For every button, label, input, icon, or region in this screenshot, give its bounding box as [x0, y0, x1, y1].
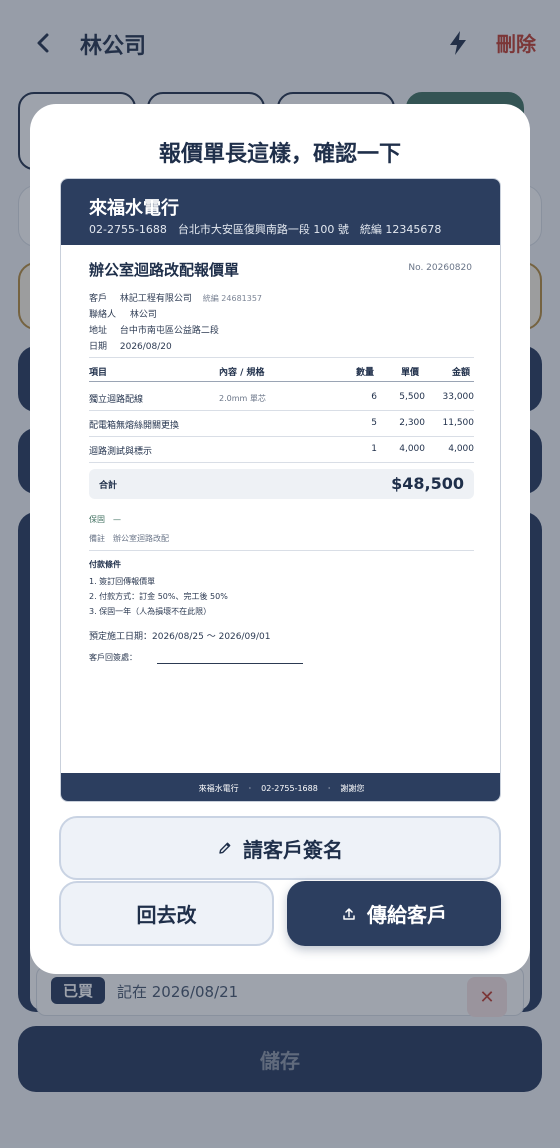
- col-amount: 金額: [452, 368, 471, 378]
- row-spec: 2.0mm 單芯: [219, 394, 266, 403]
- go-back-edit-button[interactable]: 回去改: [59, 881, 274, 946]
- address-line: 地址 台中市南屯區公益路二段: [89, 323, 219, 336]
- customer-tax-id: 統編 24681357: [202, 294, 263, 303]
- send-to-customer-button[interactable]: 傳給客戶: [287, 881, 501, 946]
- row-qty: 1: [371, 444, 377, 454]
- terms-title: 付款條件: [89, 560, 121, 569]
- row-price: 4,000: [399, 444, 425, 454]
- term-item: 3. 保固一年（人為損壞不在此限）: [89, 607, 212, 616]
- schedule-line: 預定施工日期：2026/08/25 ～ 2026/09/01: [89, 632, 271, 642]
- quote-title: 辦公室迴路改配報價單: [89, 261, 240, 279]
- footer-phone: 02-2755-1688: [261, 783, 318, 793]
- divider: [89, 381, 474, 382]
- modal-title: 報價單長這樣，確認一下: [158, 142, 401, 167]
- row-price: 5,500: [399, 392, 425, 402]
- term-item: 2. 付款方式：訂金 50%、完工後 50%: [89, 592, 228, 601]
- quote-header: 來福水電行 02-2755-1688 台北市大安區復興南路一段 100 號 統編…: [61, 179, 500, 245]
- divider: [89, 550, 474, 551]
- customer-value: 林記工程有限公司: [119, 294, 192, 304]
- address-value: 台中市南屯區公益路二段: [119, 326, 219, 336]
- total-label: 合計: [99, 481, 118, 491]
- col-price: 單價: [401, 368, 420, 378]
- row-amount: 33,000: [442, 392, 475, 402]
- row-price: 2,300: [399, 418, 425, 428]
- company-name: 來福水電行: [89, 198, 179, 219]
- pencil-icon: [219, 842, 231, 854]
- col-spec: 內容 / 規格: [219, 368, 265, 378]
- signature-line: [157, 663, 303, 664]
- divider: [89, 357, 474, 358]
- footer-company: 來福水電行: [198, 783, 239, 793]
- row-amount: 4,000: [448, 444, 474, 454]
- contact-value: 林公司: [129, 310, 157, 320]
- row-qty: 5: [371, 418, 377, 428]
- row-item: 迴路測試與標示: [89, 447, 153, 457]
- quote-footer: 來福水電行 · 02-2755-1688 · 謝謝您: [61, 773, 500, 801]
- total-box: 合計 $48,500: [89, 469, 474, 499]
- send-to-customer-label: 傳給客戶: [367, 903, 447, 927]
- row-amount: 11,500: [442, 418, 475, 428]
- divider: [89, 462, 474, 463]
- quote-number: No. 20260820: [408, 263, 472, 273]
- upload-icon: [343, 907, 355, 920]
- quote-preview-modal: 報價單長這樣，確認一下 來福水電行 02-2755-1688 台北市大安區復興南…: [30, 104, 530, 974]
- footer-separator: ·: [248, 783, 252, 793]
- contact-line: 聯絡人 林公司: [89, 307, 157, 320]
- table-row: 配電箱無熔絲開關更換 5 2,300 11,500: [89, 410, 474, 436]
- table-row: 迴路測試與標示 1 4,000 4,000: [89, 436, 474, 462]
- term-item: 1. 簽訂回傳報價單: [89, 577, 156, 586]
- date-label: 日期: [89, 342, 108, 352]
- date-line: 日期 2026/08/20: [89, 339, 172, 352]
- col-qty: 數量: [356, 368, 375, 378]
- col-item: 項目: [89, 368, 108, 378]
- customer-line: 客戶 林記工程有限公司 統編 24681357: [89, 291, 262, 304]
- quote-document: 來福水電行 02-2755-1688 台北市大安區復興南路一段 100 號 統編…: [60, 178, 501, 802]
- request-signature-button[interactable]: 請客戶簽名: [59, 816, 501, 880]
- customer-label: 客戶: [89, 294, 108, 304]
- table-row: 獨立迴路配線 2.0mm 單芯 6 5,500 33,000: [89, 384, 474, 410]
- date-value: 2026/08/20: [119, 342, 172, 352]
- note-line: 備註 辦公室迴路改配: [89, 534, 169, 543]
- request-signature-label: 請客戶簽名: [243, 837, 343, 862]
- company-info: 02-2755-1688 台北市大安區復興南路一段 100 號 統編 12345…: [89, 223, 442, 236]
- warranty-line: 保固 —: [89, 515, 121, 524]
- footer-thanks: 謝謝您: [340, 783, 365, 793]
- customer-sign-label: 客戶回簽處：: [89, 653, 137, 662]
- contact-label: 聯絡人: [89, 310, 117, 320]
- row-item: 配電箱無熔絲開關更換: [89, 421, 180, 431]
- footer-separator: ·: [327, 783, 331, 793]
- row-qty: 6: [371, 392, 377, 402]
- total-value: $48,500: [391, 474, 464, 493]
- address-label: 地址: [89, 326, 108, 336]
- row-item: 獨立迴路配線: [89, 395, 144, 405]
